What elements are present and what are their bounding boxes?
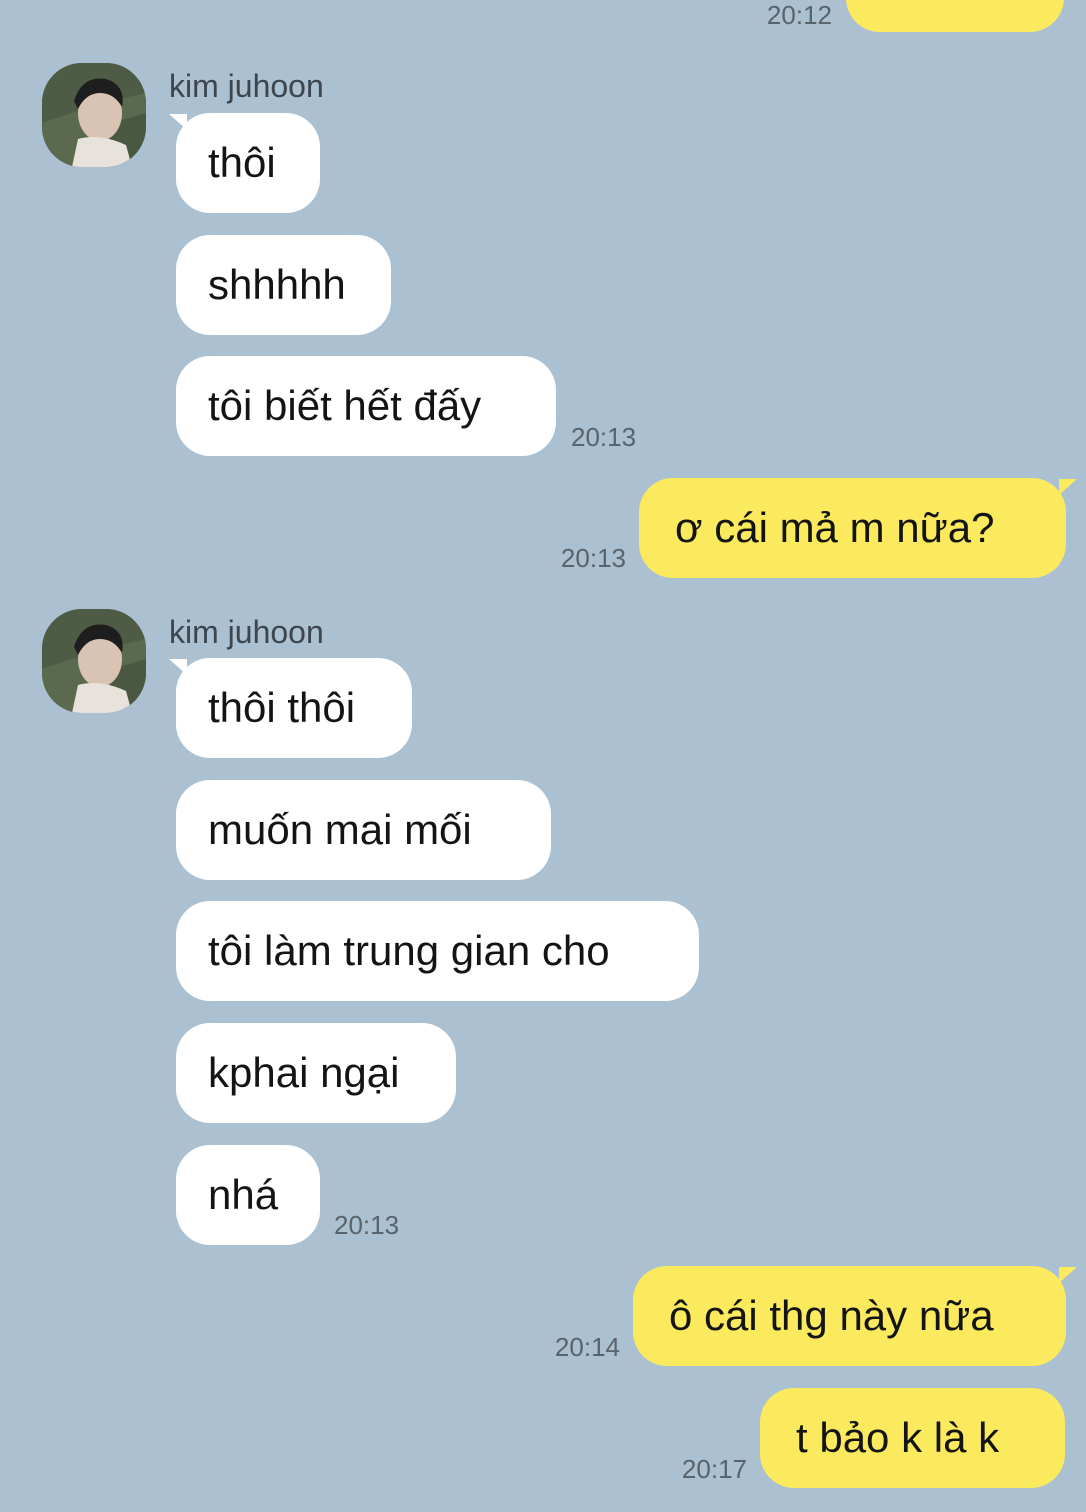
message-timestamp: 20:14 bbox=[554, 1332, 620, 1362]
incoming-message-bubble[interactable]: shhhhh bbox=[176, 235, 391, 335]
message-timestamp: 20:13 bbox=[560, 543, 626, 573]
incoming-message-bubble[interactable]: muốn mai mối bbox=[176, 780, 551, 880]
incoming-message-bubble[interactable]: kphai ngại bbox=[176, 1023, 456, 1123]
bubble-tail bbox=[1059, 1267, 1077, 1283]
incoming-message-bubble[interactable]: thôi bbox=[176, 113, 320, 213]
message-timestamp: 20:13 bbox=[334, 1210, 400, 1240]
outgoing-message-bubble[interactable]: ơ cái mả m nữa? bbox=[639, 478, 1066, 578]
outgoing-message-bubble[interactable]: t bảo k là k bbox=[760, 1388, 1065, 1488]
contact-avatar[interactable] bbox=[42, 63, 146, 167]
incoming-message-bubble[interactable]: thôi thôi bbox=[176, 658, 412, 758]
message-timestamp: 20:17 bbox=[681, 1454, 747, 1484]
outgoing-message-bubble-partial[interactable] bbox=[846, 0, 1064, 32]
contact-photo-icon bbox=[42, 609, 146, 713]
incoming-message-bubble[interactable]: nhá bbox=[176, 1145, 320, 1245]
message-timestamp: 20:13 bbox=[571, 422, 637, 452]
sender-name: kim juhoon bbox=[169, 68, 324, 104]
contact-avatar[interactable] bbox=[42, 609, 146, 713]
incoming-message-bubble[interactable]: tôi biết hết đấy bbox=[176, 356, 556, 456]
sender-name: kim juhoon bbox=[169, 614, 324, 650]
contact-photo-icon bbox=[42, 63, 146, 167]
message-timestamp: 20:12 bbox=[766, 0, 832, 30]
incoming-message-bubble[interactable]: tôi làm trung gian cho bbox=[176, 901, 699, 1001]
outgoing-message-bubble[interactable]: ô cái thg này nữa bbox=[633, 1266, 1066, 1366]
bubble-tail bbox=[1059, 479, 1077, 495]
